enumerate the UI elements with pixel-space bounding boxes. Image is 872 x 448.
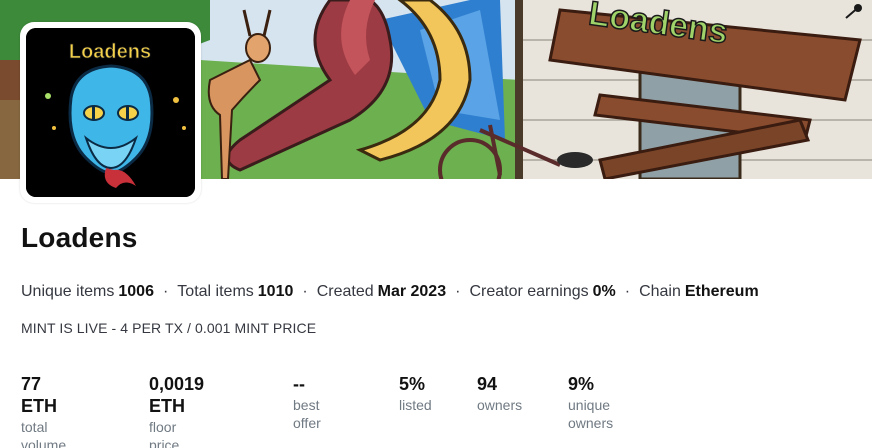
meta-value: 0% bbox=[592, 283, 616, 300]
stat-value: 5% bbox=[399, 374, 426, 394]
stat-listed[interactable]: 5% listed bbox=[399, 373, 432, 414]
stat-unique-owners[interactable]: 9% unique owners bbox=[568, 373, 613, 432]
stat-total-volume[interactable]: 77 ETH total volume bbox=[21, 373, 66, 448]
avatar-image: Loadens bbox=[26, 28, 195, 197]
stat-label: unique owners bbox=[568, 397, 614, 431]
meta-total-items: Total items 1010 bbox=[177, 283, 293, 301]
stat-label: best offer bbox=[293, 397, 321, 431]
meta-created: Created Mar 2023 bbox=[317, 283, 446, 301]
meta-unique-items: Unique items 1006 bbox=[21, 283, 154, 301]
collection-avatar: Loadens bbox=[20, 22, 201, 203]
meta-label: Creator earnings bbox=[469, 283, 589, 300]
meta-creator-earnings[interactable]: Creator earnings 0% bbox=[469, 283, 615, 301]
meta-label: Total items bbox=[177, 283, 254, 300]
stat-value: -- bbox=[293, 374, 305, 394]
meta-value: 1006 bbox=[118, 283, 154, 300]
stat-floor-price[interactable]: 0,0019 ETH floor price bbox=[149, 373, 204, 448]
collection-meta: Unique items 1006 · Total items 1010 · Cre… bbox=[21, 283, 759, 301]
stat-label: listed bbox=[399, 397, 432, 413]
stat-value: 0,0019 ETH bbox=[149, 374, 205, 416]
collection-title: Loadens bbox=[21, 222, 138, 253]
stat-best-offer[interactable]: -- best offer bbox=[293, 373, 321, 432]
meta-separator: · bbox=[624, 283, 631, 300]
avatar-logo-text: Loadens bbox=[69, 41, 151, 63]
meta-separator: · bbox=[162, 283, 169, 300]
stat-value: 94 bbox=[477, 374, 498, 394]
meta-label: Created bbox=[316, 283, 374, 300]
meta-label: Chain bbox=[639, 283, 681, 300]
stat-owners[interactable]: 94 owners bbox=[477, 373, 522, 414]
stat-label: total volume bbox=[21, 419, 67, 448]
meta-chain: Chain Ethereum bbox=[639, 283, 759, 301]
meta-value: 1010 bbox=[257, 283, 294, 300]
stat-label: floor price bbox=[149, 419, 180, 448]
meta-value: Mar 2023 bbox=[377, 283, 447, 300]
meta-label: Unique items bbox=[21, 283, 115, 300]
stat-value: 77 ETH bbox=[21, 374, 57, 416]
stat-value: 9% bbox=[568, 374, 595, 394]
collection-description: MINT IS LIVE - 4 PER TX / 0.001 MINT PRI… bbox=[21, 320, 317, 336]
meta-separator: · bbox=[302, 283, 308, 300]
meta-separator: · bbox=[455, 283, 461, 300]
meta-value: Ethereum bbox=[684, 283, 759, 300]
stat-label: owners bbox=[477, 397, 523, 413]
